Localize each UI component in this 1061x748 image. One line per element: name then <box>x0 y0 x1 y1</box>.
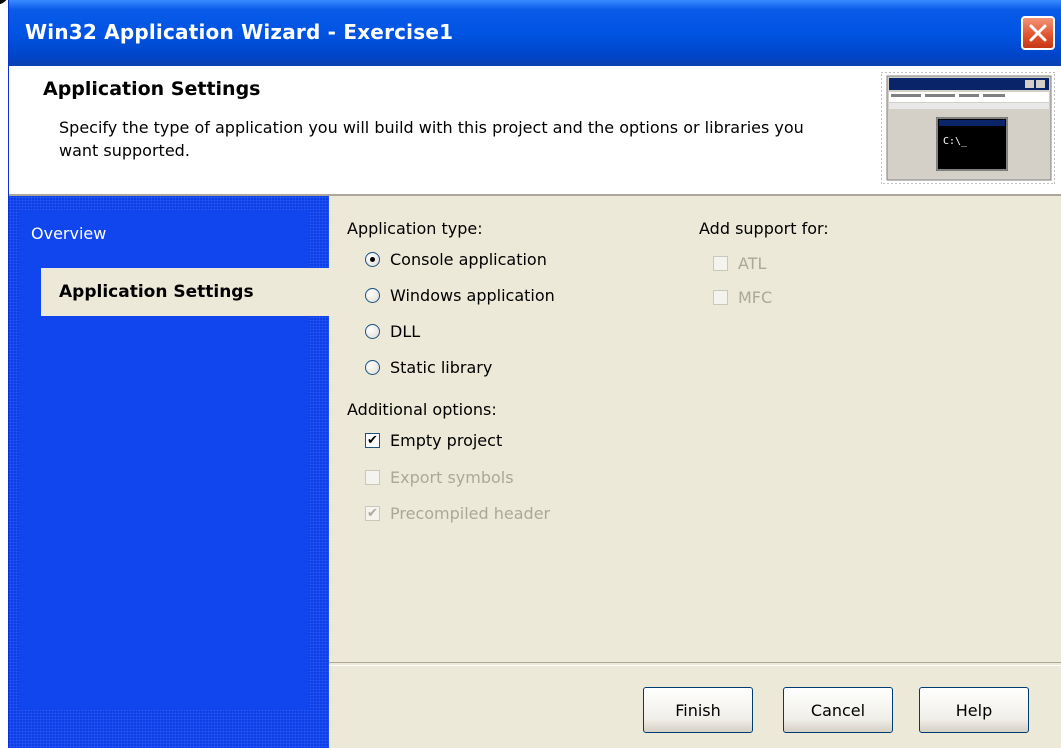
sidebar: Overview Application Settings <box>9 196 329 748</box>
page-title: Application Settings <box>43 78 261 100</box>
mfc-label: MFC <box>738 287 773 307</box>
help-button[interactable]: Help <box>919 687 1029 733</box>
atl-checkbox: ATL <box>713 251 766 275</box>
title-bar[interactable]: Win32 Application Wizard - Exercise1 <box>9 0 1061 66</box>
console-application-radio[interactable]: Console application <box>365 247 547 271</box>
wizard-window: Win32 Application Wizard - Exercise1 App… <box>8 0 1061 748</box>
wizard-header: Application Settings Specify the type of… <box>9 66 1061 196</box>
checkbox-indicator <box>713 255 728 271</box>
cancel-button[interactable]: Cancel <box>783 687 893 733</box>
checkbox-indicator <box>713 289 728 305</box>
export-symbols-checkbox: Export symbols <box>365 465 514 489</box>
atl-label: ATL <box>738 253 767 273</box>
button-divider <box>329 662 1061 666</box>
sidebar-item-overview[interactable]: Overview <box>31 224 106 243</box>
empty-project-checkbox[interactable]: ✔ Empty project <box>365 428 502 452</box>
windows-application-label: Windows application <box>390 285 555 305</box>
mfc-checkbox: MFC <box>713 285 772 309</box>
radio-indicator[interactable] <box>365 287 380 303</box>
window-title: Win32 Application Wizard - Exercise1 <box>25 20 454 44</box>
console-window-icon: C:\_ <box>881 72 1055 184</box>
checkbox-indicator <box>365 469 380 485</box>
settings-panel: Application type: Console application Wi… <box>329 196 1061 748</box>
checkbox-indicator: ✔ <box>365 505 380 521</box>
dll-radio[interactable]: DLL <box>365 319 420 343</box>
finish-button[interactable]: Finish <box>643 687 753 733</box>
page-description: Specify the type of application you will… <box>59 118 804 160</box>
checkmark-icon: ✔ <box>367 432 378 448</box>
console-prompt: C:\_ <box>943 136 968 147</box>
radio-indicator[interactable] <box>365 323 380 339</box>
dll-label: DLL <box>390 321 421 341</box>
application-type-label: Application type: <box>347 219 483 238</box>
additional-options-label: Additional options: <box>347 400 497 419</box>
console-application-label: Console application <box>390 249 547 269</box>
checkbox-indicator[interactable]: ✔ <box>365 432 380 448</box>
static-library-label: Static library <box>390 357 493 377</box>
checkmark-icon: ✔ <box>367 505 378 521</box>
add-support-label: Add support for: <box>699 219 829 238</box>
static-library-radio[interactable]: Static library <box>365 355 492 379</box>
precompiled-header-checkbox: ✔ Precompiled header <box>365 501 550 525</box>
precompiled-header-label: Precompiled header <box>390 503 551 523</box>
close-button[interactable] <box>1021 16 1055 50</box>
export-symbols-label: Export symbols <box>390 467 514 487</box>
radio-indicator[interactable] <box>365 359 380 375</box>
sidebar-item-application-settings[interactable]: Application Settings <box>41 268 329 316</box>
windows-application-radio[interactable]: Windows application <box>365 283 555 307</box>
empty-project-label: Empty project <box>390 430 503 450</box>
radio-indicator[interactable] <box>365 251 380 267</box>
close-icon <box>1029 24 1047 42</box>
